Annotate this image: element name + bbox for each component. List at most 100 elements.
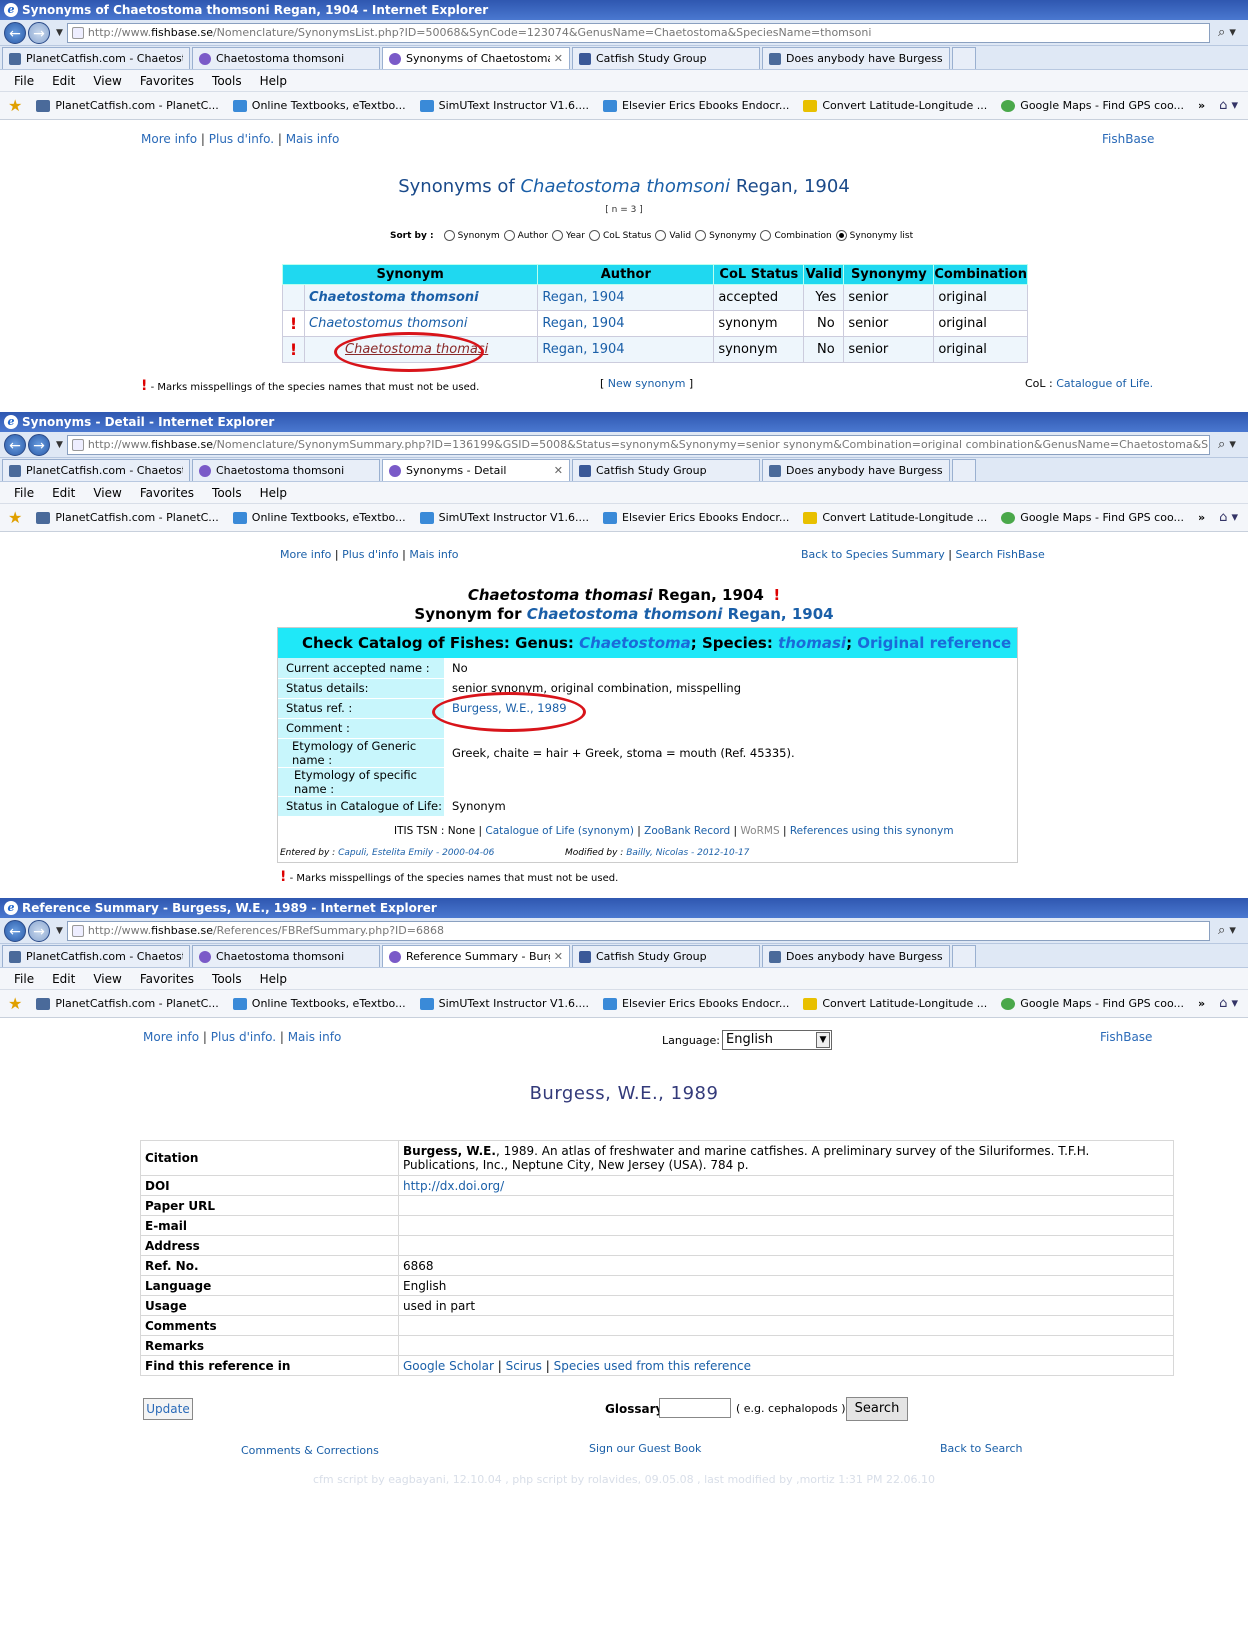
plus-info-link[interactable]: Plus d'info.: [211, 1030, 276, 1044]
mais-info-link[interactable]: Mais info: [288, 1030, 342, 1044]
fishbase-link[interactable]: FishBase: [1102, 132, 1154, 146]
back-button[interactable]: ←: [4, 919, 26, 942]
favorites-star-icon[interactable]: ★: [8, 994, 22, 1013]
more-info-link[interactable]: More info: [143, 1030, 199, 1044]
tab-burgess[interactable]: Does anybody have Burgess' 19...: [762, 47, 950, 69]
header-col-status[interactable]: CoL Status: [713, 264, 805, 285]
header-combination[interactable]: Combination: [933, 264, 1028, 285]
favorites-star-icon[interactable]: ★: [8, 508, 22, 527]
sort-radio-author[interactable]: [503, 230, 515, 241]
fav-elsevier[interactable]: Elsevier Erics Ebooks Endocr...: [603, 511, 789, 524]
tab-catfish-study[interactable]: Catfish Study Group: [572, 945, 760, 967]
col-synonym-link[interactable]: Catalogue of Life (synonym): [485, 825, 634, 837]
new-tab-button[interactable]: [952, 47, 976, 69]
species-link[interactable]: thomasi: [778, 634, 846, 652]
close-tab-icon[interactable]: ✕: [554, 947, 563, 967]
tab-catfish-study[interactable]: Catfish Study Group: [572, 459, 760, 481]
home-icon[interactable]: ⌂ ▾: [1219, 98, 1238, 113]
fav-googlemaps[interactable]: Google Maps - Find GPS coo...: [1001, 511, 1184, 524]
menu-file[interactable]: File: [14, 486, 34, 500]
address-bar[interactable]: http://www.fishbase.se/Nomenclature/Syno…: [66, 22, 1210, 43]
fav-simutext[interactable]: SimUText Instructor V1.6....: [419, 99, 589, 112]
synonym-link[interactable]: Chaetostomus thomsoni: [309, 316, 468, 331]
mais-info-link[interactable]: Mais info: [286, 132, 340, 146]
forward-button[interactable]: →: [28, 919, 50, 942]
close-tab-icon[interactable]: ✕: [554, 461, 563, 481]
fav-elsevier[interactable]: Elsevier Erics Ebooks Endocr...: [603, 997, 789, 1010]
references-link[interactable]: References using this synonym: [790, 825, 954, 837]
fav-textbooks[interactable]: Online Textbooks, eTextbo...: [232, 511, 406, 524]
more-info-link[interactable]: More info: [141, 132, 197, 146]
search-icon[interactable]: ⌕ ▾: [1210, 923, 1244, 938]
modified-by-link[interactable]: Bailly, Nicolas - 2012-10-17: [626, 848, 749, 858]
tab-burgess[interactable]: Does anybody have Burgess' 19...: [762, 945, 950, 967]
menu-favorites[interactable]: Favorites: [140, 486, 194, 500]
sort-radio-combination[interactable]: [760, 230, 772, 241]
menu-tools[interactable]: Tools: [212, 74, 242, 88]
tab-catfish-study[interactable]: Catfish Study Group: [572, 47, 760, 69]
menu-edit[interactable]: Edit: [52, 972, 75, 986]
fav-latlong[interactable]: Convert Latitude-Longitude ...: [803, 511, 987, 524]
fav-planetcatfish[interactable]: PlanetCatfish.com - PlanetC...: [36, 511, 219, 524]
language-select[interactable]: English ▼: [722, 1030, 832, 1050]
glossary-input[interactable]: [659, 1398, 731, 1418]
forward-button[interactable]: →: [28, 21, 50, 44]
tab-chaetostoma[interactable]: Chaetostoma thomsoni: [192, 47, 380, 69]
tab-synonyms-detail[interactable]: Synonyms - Detail ✕: [382, 459, 570, 481]
tab-synonyms[interactable]: Synonyms of Chaetostoma t...✕: [382, 47, 570, 69]
entered-by-link[interactable]: Capuli, Estelita Emily - 2000-04-06: [338, 848, 494, 858]
genus-link[interactable]: Chaetostoma: [579, 634, 691, 652]
header-author[interactable]: Author: [537, 264, 715, 285]
fav-latlong[interactable]: Convert Latitude-Longitude ...: [803, 997, 987, 1010]
history-dropdown-icon[interactable]: ▼: [56, 440, 63, 450]
history-dropdown-icon[interactable]: ▼: [56, 28, 63, 38]
menu-file[interactable]: File: [14, 972, 34, 986]
address-bar[interactable]: http://www.fishbase.se/Nomenclature/Syno…: [66, 434, 1210, 455]
search-icon[interactable]: ⌕ ▾: [1210, 437, 1244, 452]
sort-radio-col-status[interactable]: [589, 230, 601, 241]
fav-latlong[interactable]: Convert Latitude-Longitude ...: [803, 99, 987, 112]
sort-radio-synonymy-list[interactable]: [835, 230, 847, 241]
author-link[interactable]: Regan, 1904: [542, 316, 624, 331]
tab-planetcatfish[interactable]: PlanetCatfish.com - Chaetosto...: [2, 47, 190, 69]
history-dropdown-icon[interactable]: ▼: [56, 926, 63, 936]
tab-chaetostoma[interactable]: Chaetostoma thomsoni: [192, 945, 380, 967]
species-used-link[interactable]: Species used from this reference: [554, 1359, 751, 1373]
new-synonym-link[interactable]: New synonym: [608, 377, 686, 390]
back-button[interactable]: ←: [4, 21, 26, 44]
tab-reference-summary[interactable]: Reference Summary - Burge...✕: [382, 945, 570, 967]
mais-info-link[interactable]: Mais info: [409, 548, 458, 561]
catalogue-of-life-link[interactable]: Catalogue of Life.: [1056, 377, 1153, 390]
fishbase-link[interactable]: FishBase: [1100, 1030, 1152, 1044]
fav-googlemaps[interactable]: Google Maps - Find GPS coo...: [1001, 997, 1184, 1010]
sort-radio-year[interactable]: [551, 230, 563, 241]
menu-tools[interactable]: Tools: [212, 486, 242, 500]
fav-planetcatfish[interactable]: PlanetCatfish.com - PlanetC...: [36, 99, 219, 112]
scirus-link[interactable]: Scirus: [506, 1359, 542, 1373]
search-icon[interactable]: ⌕ ▾: [1210, 25, 1244, 40]
chevron-more-icon[interactable]: »: [1198, 997, 1205, 1010]
tab-burgess[interactable]: Does anybody have Burgess' 19...: [762, 459, 950, 481]
sort-radio-synonym[interactable]: [443, 230, 455, 241]
worms-link[interactable]: WoRMS: [740, 825, 779, 837]
home-icon[interactable]: ⌂ ▾: [1219, 996, 1238, 1011]
original-reference-link[interactable]: Original reference: [857, 634, 1011, 652]
favorites-star-icon[interactable]: ★: [8, 96, 22, 115]
accepted-species-link[interactable]: Chaetostoma thomsoni: [527, 605, 723, 623]
home-icon[interactable]: ⌂ ▾: [1219, 510, 1238, 525]
update-button[interactable]: Update: [143, 1398, 193, 1420]
new-tab-button[interactable]: [952, 459, 976, 481]
plus-info-link[interactable]: Plus d'info.: [209, 132, 274, 146]
fav-planetcatfish[interactable]: PlanetCatfish.com - PlanetC...: [36, 997, 219, 1010]
doi-link[interactable]: http://dx.doi.org/: [403, 1179, 504, 1193]
address-bar[interactable]: http://www.fishbase.se/References/FBRefS…: [66, 920, 1210, 941]
tab-planetcatfish[interactable]: PlanetCatfish.com - Chaetosto...: [2, 459, 190, 481]
guestbook-link[interactable]: Sign our Guest Book: [589, 1442, 701, 1455]
menu-edit[interactable]: Edit: [52, 74, 75, 88]
fav-elsevier[interactable]: Elsevier Erics Ebooks Endocr...: [603, 99, 789, 112]
google-scholar-link[interactable]: Google Scholar: [403, 1359, 494, 1373]
more-info-link[interactable]: More info: [280, 548, 331, 561]
tab-planetcatfish[interactable]: PlanetCatfish.com - Chaetosto...: [2, 945, 190, 967]
back-to-species-link[interactable]: Back to Species Summary: [801, 548, 945, 561]
back-to-search-link[interactable]: Back to Search: [940, 1442, 1023, 1455]
